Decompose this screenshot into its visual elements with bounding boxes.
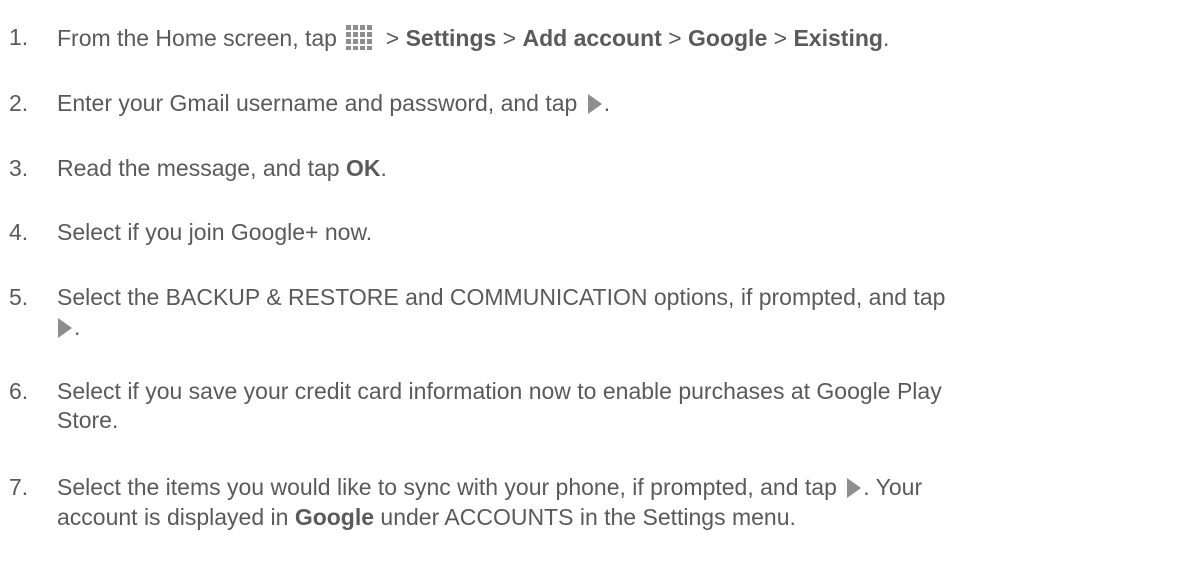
step-text-part: > xyxy=(496,25,523,51)
step-number: 2. xyxy=(9,90,29,116)
existing-label: Existing xyxy=(793,25,883,51)
step-number: 7. xyxy=(9,474,29,500)
step-text-part: account is displayed in xyxy=(57,504,295,530)
step-text-line: Select the BACKUP & RESTORE and COMMUNIC… xyxy=(57,284,946,310)
step-text-part: Select the items you would like to sync … xyxy=(57,474,844,500)
step-text-part: . Your xyxy=(863,474,923,500)
apps-grid-icon xyxy=(346,25,373,50)
step-text: Select if you save your credit card info… xyxy=(57,378,1197,433)
step-text-part: under ACCOUNTS in the Settings menu. xyxy=(374,504,796,530)
step-text-part: . xyxy=(603,90,611,116)
step-number: 6. xyxy=(9,378,29,404)
step-text-part: > xyxy=(767,25,794,51)
step-text: Enter your Gmail username and password, … xyxy=(57,90,1197,116)
play-arrow-icon xyxy=(587,94,602,114)
step-text: Select if you join Google+ now. xyxy=(57,219,1197,245)
play-arrow-icon xyxy=(847,478,862,498)
step-text-part: Enter your Gmail username and password, … xyxy=(57,90,584,116)
step-text-part: . xyxy=(882,25,890,51)
step-number: 3. xyxy=(9,155,29,181)
step-text-part: From the Home screen, tap xyxy=(57,25,344,51)
step-number: 5. xyxy=(9,284,29,310)
step-text-line: . xyxy=(57,314,1197,340)
ok-label: OK xyxy=(345,155,381,181)
step-text-line: Select the items you would like to sync … xyxy=(57,474,1197,500)
step-text-part: Select if you join Google+ now. xyxy=(57,219,373,245)
step-text: Read the message, and tap OK. xyxy=(57,155,1197,181)
step-text: Select the items you would like to sync … xyxy=(57,474,1197,530)
step-text-line: account is displayed in Google under ACC… xyxy=(57,504,1197,530)
settings-label: Settings xyxy=(405,25,497,51)
google-label: Google xyxy=(294,504,375,530)
add-account-label: Add account xyxy=(522,25,662,51)
step-text-part: . xyxy=(74,314,81,340)
step-text-part: > xyxy=(661,25,689,51)
play-arrow-icon xyxy=(58,318,72,338)
step-text-part: . xyxy=(380,155,387,181)
step-text-part: Read the message, and tap xyxy=(57,155,346,181)
step-text: From the Home screen, tap > Settings > A… xyxy=(57,24,1197,51)
step-number: 1. xyxy=(9,24,29,50)
step-text-line: Select if you save your credit card info… xyxy=(57,378,942,404)
step-text-line: Store. xyxy=(57,407,119,433)
step-number: 4. xyxy=(9,219,29,245)
google-label: Google xyxy=(688,25,768,51)
step-text: Select the BACKUP & RESTORE and COMMUNIC… xyxy=(57,284,1197,340)
step-text-part: > xyxy=(379,25,406,51)
